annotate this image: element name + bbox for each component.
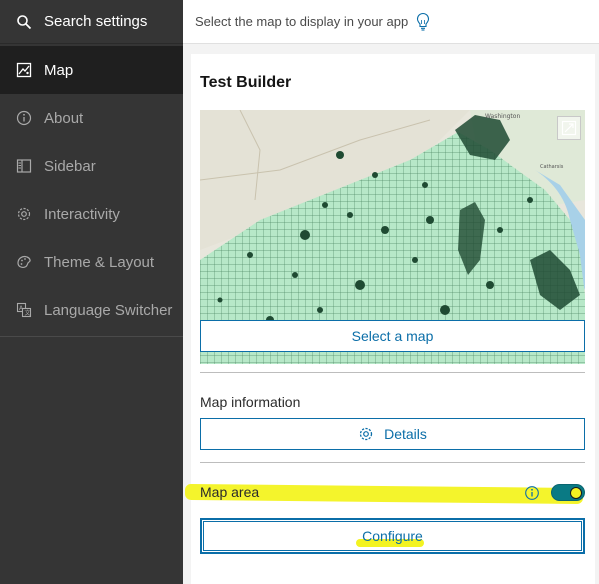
section-divider: [200, 372, 585, 373]
configure-button[interactable]: Configure: [200, 518, 585, 554]
sidebar-icon: [16, 158, 32, 174]
gear-icon: [16, 206, 32, 222]
sidebar-item-theme-layout[interactable]: Theme & Layout: [0, 238, 183, 286]
search-settings-button[interactable]: Search settings: [0, 0, 183, 44]
sidebar-item-map[interactable]: Map: [0, 46, 183, 94]
map-information-label: Map information: [200, 394, 301, 410]
sidebar-item-sidebar[interactable]: Sidebar: [0, 142, 183, 190]
map-area-label-text: Map area: [200, 484, 260, 500]
sidebar-item-label: Sidebar: [44, 157, 96, 175]
map-area-toggle[interactable]: [551, 484, 585, 501]
expand-icon: [561, 120, 577, 136]
sidebar-item-label: Map: [44, 61, 74, 79]
sidebar-item-about[interactable]: About: [0, 94, 183, 142]
map-place-label: Catharsis: [540, 164, 564, 170]
select-map-button[interactable]: Select a map: [200, 320, 585, 352]
section-divider: [200, 462, 585, 463]
info-icon: [16, 110, 32, 126]
main-panel: Select the map to display in your app Te…: [183, 0, 599, 584]
toggle-knob: [570, 487, 582, 499]
details-label: Details: [384, 426, 427, 442]
hint-bar: Select the map to display in your app: [183, 0, 599, 44]
lightbulb-icon: [416, 12, 430, 32]
search-icon: [16, 14, 32, 30]
map-settings-card: Test Builder Washington Catharsis Select…: [185, 54, 595, 584]
sidebar-item-interactivity[interactable]: Interactivity: [0, 190, 183, 238]
gear-icon: [358, 426, 374, 442]
sidebar-item-label: About: [44, 109, 84, 127]
map-area-label: Map area: [200, 484, 259, 500]
sidebar-divider: [0, 336, 183, 337]
settings-sidebar: Search settings Map About Sidebar Intera…: [0, 0, 183, 584]
svg-text:文: 文: [25, 309, 31, 317]
configure-label: Configure: [362, 528, 423, 544]
hint-text: Select the map to display in your app: [195, 14, 409, 29]
sidebar-item-language-switcher[interactable]: A文 Language Switcher: [0, 286, 183, 334]
sidebar-item-label: Theme & Layout: [44, 253, 155, 271]
expand-map-button[interactable]: [557, 116, 581, 140]
card-title: Test Builder: [200, 74, 292, 91]
sidebar-nav: Map About Sidebar Interactivity Theme & …: [0, 44, 183, 337]
map-place-label: Washington: [485, 113, 520, 120]
palette-icon: [16, 254, 32, 270]
language-icon: A文: [16, 302, 32, 318]
sidebar-item-label: Interactivity: [44, 205, 120, 223]
info-icon[interactable]: [524, 485, 540, 501]
details-button[interactable]: Details: [200, 418, 585, 450]
map-icon: [16, 62, 32, 78]
search-settings-label: Search settings: [44, 13, 148, 30]
sidebar-item-label: Language Switcher: [44, 301, 173, 319]
